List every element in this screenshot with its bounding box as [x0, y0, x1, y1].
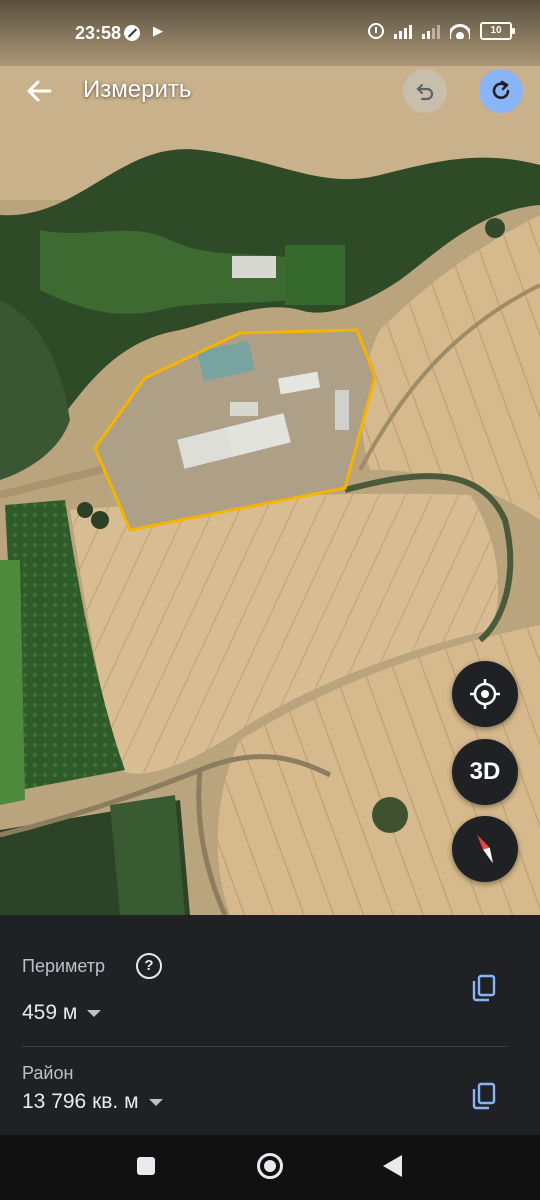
compass-icon [476, 834, 494, 864]
three-d-button[interactable]: 3D [452, 739, 518, 805]
area-label: Район [22, 1063, 74, 1083]
undo-button[interactable] [403, 69, 447, 113]
signal-2-icon [422, 23, 440, 39]
caret-down-icon [148, 1098, 163, 1106]
area-value: 13 796 кв. м [22, 1090, 139, 1113]
help-icon[interactable]: ? [136, 953, 162, 979]
divider [22, 1046, 507, 1047]
battery-icon: 10 [480, 22, 515, 40]
my-location-button[interactable] [452, 661, 518, 727]
copy-icon [472, 974, 496, 1002]
caret-down-icon [87, 1009, 102, 1017]
my-location-icon [470, 679, 500, 709]
perimeter-value: 459 м [22, 1001, 78, 1024]
status-time: 23:58 [75, 23, 122, 43]
system-nav-bar [0, 1135, 540, 1200]
redo-button[interactable] [479, 69, 523, 113]
recents-button[interactable] [137, 1157, 155, 1175]
compass-button[interactable] [452, 816, 518, 882]
arrow-back-icon [27, 80, 52, 102]
perimeter-label: Периметр [22, 956, 106, 976]
do-not-disturb-icon [124, 25, 140, 41]
alarm-icon [368, 23, 384, 39]
redo-icon [492, 80, 510, 100]
measurement-panel: Периметр ? 459 м Район 13 796 кв. м [0, 915, 540, 1135]
copy-area-button[interactable] [470, 1081, 498, 1111]
page-title: Измерить [83, 76, 192, 103]
play-icon: ▶ [153, 23, 163, 38]
perimeter-value-dropdown[interactable]: 459 м [22, 1001, 102, 1025]
system-back-button[interactable] [383, 1155, 402, 1177]
undo-icon [416, 83, 434, 101]
back-button[interactable] [22, 74, 56, 108]
status-bar: 23:58 ▶ 10 [0, 0, 540, 66]
copy-icon [472, 1082, 496, 1110]
wifi-icon [450, 23, 470, 39]
area-value-dropdown[interactable]: 13 796 кв. м [22, 1090, 163, 1114]
signal-icon [394, 23, 412, 39]
copy-perimeter-button[interactable] [470, 973, 498, 1003]
home-button[interactable] [257, 1153, 283, 1179]
